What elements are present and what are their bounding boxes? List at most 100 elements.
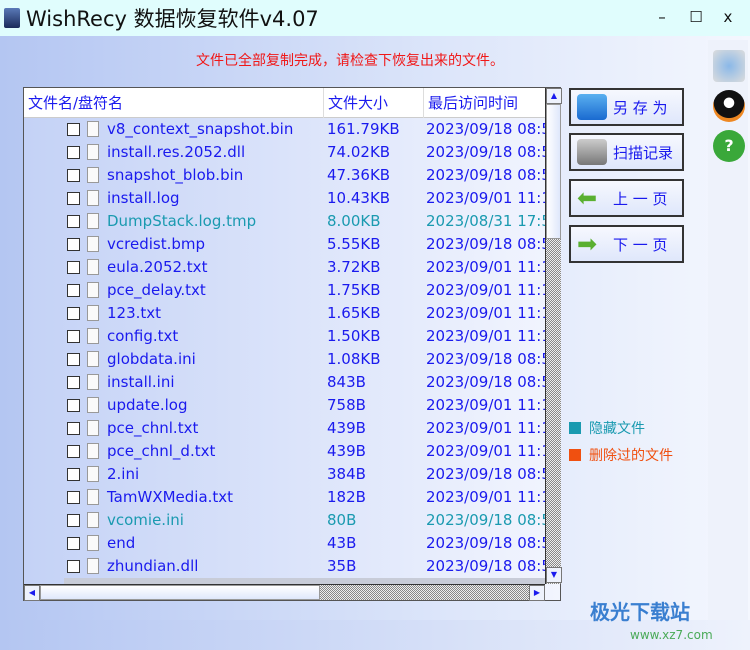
file-row[interactable]: DumpStack.log.tmp 8.00KB 2023/08/31 17:5: [24, 210, 545, 233]
file-name: vcomie.ini: [107, 511, 184, 529]
column-header-size[interactable]: 文件大小: [324, 88, 424, 118]
file-row[interactable]: TamWXMedia.txt 182B 2023/09/01 11:1: [24, 486, 545, 509]
close-button[interactable]: x: [718, 8, 738, 26]
help-icon[interactable]: ?: [713, 130, 745, 162]
file-checkbox[interactable]: [67, 445, 80, 458]
window-title: WishRecy 数据恢复软件v4.07: [26, 7, 319, 31]
file-icon: [87, 121, 99, 137]
settings-icon[interactable]: [713, 50, 745, 82]
file-row[interactable]: update.log 758B 2023/09/01 11:1: [24, 394, 545, 417]
file-name: eula.2052.txt: [107, 258, 208, 276]
file-checkbox[interactable]: [67, 238, 80, 251]
file-time: 2023/09/01 11:1: [426, 304, 545, 322]
next-page-button[interactable]: ➡ 下 一 页: [569, 225, 684, 263]
file-time: 2023/09/18 08:5: [426, 465, 545, 483]
file-row[interactable]: pce_chnl.txt 439B 2023/09/01 11:1: [24, 417, 545, 440]
file-icon: [87, 397, 99, 413]
file-size: 35B: [327, 557, 357, 575]
file-name: config.txt: [107, 327, 179, 345]
deleted-swatch: [569, 449, 581, 461]
file-row[interactable]: v8_context_snapshot.bin 161.79KB 2023/09/1…: [24, 118, 545, 141]
file-row[interactable]: 123.txt 1.65KB 2023/09/01 11:1: [24, 302, 545, 325]
scan-record-label: 扫描记录: [613, 143, 674, 162]
file-checkbox[interactable]: [67, 261, 80, 274]
file-size: 384B: [327, 465, 366, 483]
file-row[interactable]: eula.2052.txt 3.72KB 2023/09/01 11:1: [24, 256, 545, 279]
file-size: 439B: [327, 442, 366, 460]
file-icon: [87, 259, 99, 275]
scroll-left-button[interactable]: ◀: [24, 585, 40, 601]
file-icon: [87, 535, 99, 551]
file-name: install.res.2052.dll: [107, 143, 246, 161]
qq-icon[interactable]: [713, 90, 745, 122]
minimize-button[interactable]: –: [652, 8, 672, 26]
file-row[interactable]: 2.ini 384B 2023/09/18 08:5: [24, 463, 545, 486]
file-time: 2023/09/18 08:5: [426, 235, 545, 253]
file-row[interactable]: config.txt 1.50KB 2023/09/01 11:1: [24, 325, 545, 348]
file-checkbox[interactable]: [67, 537, 80, 550]
file-size: 182B: [327, 488, 366, 506]
file-row[interactable]: vcredist.bmp 5.55KB 2023/09/18 08:5: [24, 233, 545, 256]
file-checkbox[interactable]: [67, 399, 80, 412]
file-size: 1.08KB: [327, 350, 381, 368]
file-icon: [87, 466, 99, 482]
file-rows: v8_context_snapshot.bin 161.79KB 2023/09/1…: [24, 118, 545, 584]
file-row[interactable]: install.log 10.43KB 2023/09/01 11:1: [24, 187, 545, 210]
scroll-right-button[interactable]: ▶: [529, 585, 545, 601]
file-time: 2023/09/18 08:5: [426, 511, 545, 529]
file-row[interactable]: vcomie.ini 80B 2023/09/18 08:5: [24, 509, 545, 532]
file-icon: [87, 236, 99, 252]
watermark-url: www.xz7.com: [630, 628, 713, 642]
file-row[interactable]: globdata.ini 1.08KB 2023/09/18 08:5: [24, 348, 545, 371]
file-checkbox[interactable]: [67, 307, 80, 320]
file-time: 2023/09/01 11:1: [426, 189, 545, 207]
file-time: 2023/09/01 11:1: [426, 396, 545, 414]
file-checkbox[interactable]: [67, 123, 80, 136]
file-row[interactable]: end 43B 2023/09/18 08:5: [24, 532, 545, 555]
file-icon: [87, 190, 99, 206]
vertical-scroll-thumb[interactable]: [546, 104, 561, 239]
file-name: v8_context_snapshot.bin: [107, 120, 294, 138]
file-size: 47.36KB: [327, 166, 391, 184]
file-checkbox[interactable]: [67, 146, 80, 159]
file-row[interactable]: install.res.2052.dll 74.02KB 2023/09/18 08…: [24, 141, 545, 164]
file-checkbox[interactable]: [67, 491, 80, 504]
file-checkbox[interactable]: [67, 468, 80, 481]
prev-page-button[interactable]: ⬅ 上 一 页: [569, 179, 684, 217]
file-row[interactable]: pce_delay.txt 1.75KB 2023/09/01 11:1: [24, 279, 545, 302]
file-row[interactable]: pce_chnl_d.txt 439B 2023/09/01 11:1: [24, 440, 545, 463]
vertical-scrollbar[interactable]: ▲ ▼: [545, 88, 562, 584]
file-row[interactable]: zhundian.dll 35B 2023/09/18 08:5: [24, 555, 545, 578]
legend-hidden-label: 隐藏文件: [589, 421, 645, 437]
file-row[interactable]: snapshot_blob.bin 47.36KB 2023/09/18 08:5: [24, 164, 545, 187]
star-folder-icon: [577, 94, 607, 120]
file-icon: [87, 144, 99, 160]
horizontal-scrollbar[interactable]: ◀ ▶: [24, 584, 545, 601]
legend-deleted-label: 删除过的文件: [589, 448, 673, 464]
file-row[interactable]: install.ini 843B 2023/09/18 08:5: [24, 371, 545, 394]
column-header-name[interactable]: 文件名/盘符名: [24, 88, 324, 118]
file-time: 2023/08/31 17:5: [426, 212, 545, 230]
file-checkbox[interactable]: [67, 353, 80, 366]
file-name: TamWXMedia.txt: [107, 488, 234, 506]
scroll-up-button[interactable]: ▲: [546, 88, 562, 104]
file-icon: [87, 351, 99, 367]
scroll-down-button[interactable]: ▼: [546, 567, 562, 583]
file-checkbox[interactable]: [67, 514, 80, 527]
scan-record-button[interactable]: 扫描记录: [569, 133, 684, 171]
file-checkbox[interactable]: [67, 169, 80, 182]
file-checkbox[interactable]: [67, 330, 80, 343]
file-size: 80B: [327, 511, 357, 529]
file-checkbox[interactable]: [67, 284, 80, 297]
save-as-button[interactable]: 另 存 为: [569, 88, 684, 126]
file-checkbox[interactable]: [67, 376, 80, 389]
file-size: 161.79KB: [327, 120, 400, 138]
column-header-time[interactable]: 最后访问时间: [424, 88, 545, 118]
maximize-button[interactable]: ☐: [686, 8, 706, 26]
file-checkbox[interactable]: [67, 192, 80, 205]
horizontal-scroll-thumb[interactable]: [40, 585, 320, 600]
file-checkbox[interactable]: [67, 560, 80, 573]
file-time: 2023/09/18 08:5: [426, 143, 545, 161]
file-checkbox[interactable]: [67, 215, 80, 228]
file-checkbox[interactable]: [67, 422, 80, 435]
